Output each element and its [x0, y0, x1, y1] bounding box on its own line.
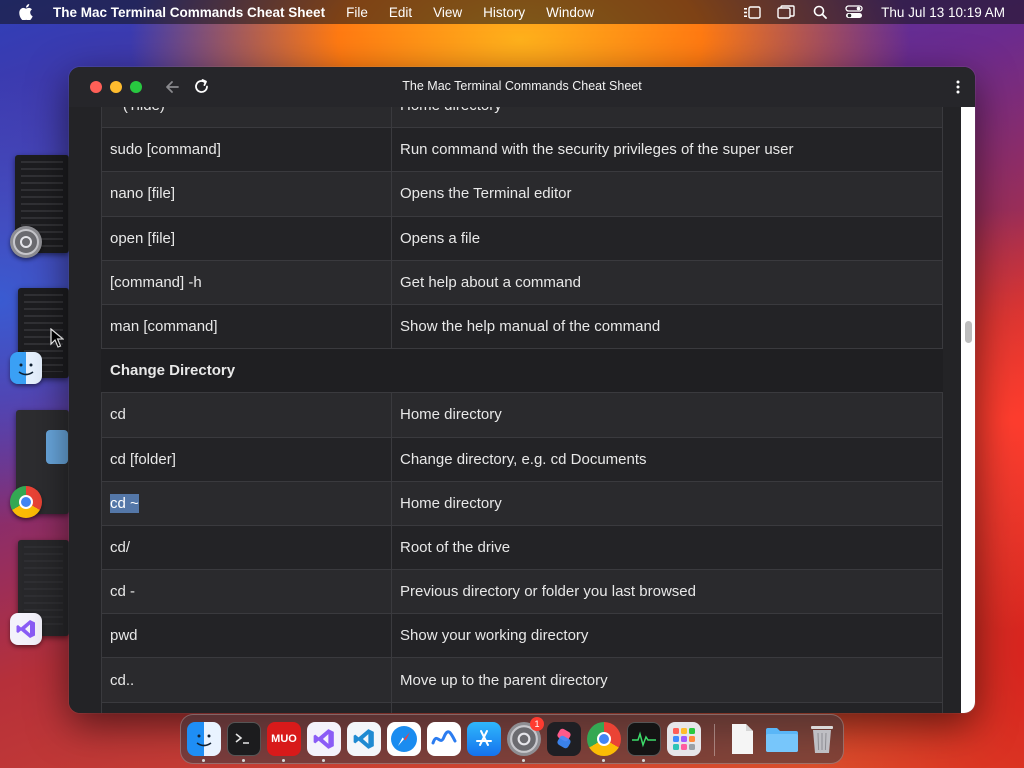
visual-studio-running-dot [322, 759, 325, 762]
system-settings-running-dot [522, 759, 525, 762]
browser-window: The Mac Terminal Commands Cheat Sheet ~ … [69, 67, 975, 713]
trash-icon[interactable] [805, 722, 839, 756]
chrome-running-dot [602, 759, 605, 762]
command-cell: cd - [101, 569, 392, 615]
command-cell: open [file] [101, 215, 392, 261]
terminal-running-dot [242, 759, 245, 762]
window-title: The Mac Terminal Commands Cheat Sheet [402, 79, 642, 93]
vertical-scrollbar[interactable] [961, 107, 975, 713]
description-cell: Opens a file [391, 215, 943, 261]
description-cell: Home directory [391, 480, 943, 526]
safari-icon[interactable] [387, 722, 421, 756]
command-cell: pwd [101, 613, 392, 659]
menu-view[interactable]: View [433, 5, 462, 20]
terminal-icon[interactable] [227, 722, 261, 756]
control-center-icon[interactable] [845, 5, 863, 19]
section-title: Change Directory [101, 348, 943, 394]
table-row: cd [folder] Change directory, e.g. cd Do… [101, 436, 943, 482]
visual-studio-stage-icon[interactable] [10, 613, 42, 645]
menu-history[interactable]: History [483, 5, 525, 20]
table-row: cd.. Move up to the parent directory [101, 657, 943, 703]
dock: MUO 1 [180, 714, 844, 764]
app-name-menu[interactable]: The Mac Terminal Commands Cheat Sheet [53, 5, 325, 20]
settings-notification-badge: 1 [530, 717, 544, 731]
description-cell: Get help about a command [391, 259, 943, 305]
more-options-icon[interactable] [955, 79, 961, 95]
description-cell [391, 701, 943, 713]
table-row: cd/ Root of the drive [101, 524, 943, 571]
table-row: sudo [command] Run command with the secu… [101, 127, 943, 173]
shortcuts-icon[interactable] [547, 722, 581, 756]
description-cell: Show your working directory [391, 613, 943, 659]
selected-text[interactable]: cd ~ [110, 493, 139, 513]
finder-icon[interactable] [187, 722, 221, 756]
mudo-running-dot [282, 759, 285, 762]
stage-manager-menu-icon[interactable] [743, 5, 761, 19]
apple-menu-icon[interactable] [18, 4, 34, 20]
chrome-icon[interactable] [587, 722, 621, 756]
freeform-icon[interactable] [427, 722, 461, 756]
table-row: man [command] Show the help manual of th… [101, 303, 943, 350]
table-row: cd Home directory [101, 392, 943, 438]
table-row: [command] -h Get help about a command [101, 259, 943, 305]
command-cell: [command] -h [101, 259, 392, 305]
description-cell: Home directory [391, 392, 943, 438]
page-content: ~ (Tilde) Home directory sudo [command] … [69, 107, 961, 713]
menu-edit[interactable]: Edit [389, 5, 412, 20]
menu-file[interactable]: File [346, 5, 368, 20]
command-cell: cd ~ [101, 480, 392, 526]
command-cell: cd.. [101, 657, 392, 703]
spotlight-search-icon[interactable] [811, 5, 829, 19]
menu-window[interactable]: Window [546, 5, 594, 20]
command-cell [101, 701, 392, 713]
description-cell: Run command with the security privileges… [391, 127, 943, 173]
command-cell: sudo [command] [101, 127, 392, 173]
table-row: cd ~ Home directory [101, 480, 943, 526]
section-header-row: Change Directory [101, 348, 943, 394]
command-cell: nano [file] [101, 171, 392, 217]
activity-monitor-icon[interactable] [627, 722, 661, 756]
scrollbar-thumb[interactable] [965, 321, 972, 343]
dock-separator [714, 724, 715, 756]
visual-studio-icon[interactable] [307, 722, 341, 756]
mudo-label: MUO [271, 733, 297, 745]
commands-table: ~ (Tilde) Home directory sudo [command] … [101, 107, 943, 713]
description-cell: Root of the drive [391, 524, 943, 571]
table-row: nano [file] Opens the Terminal editor [101, 171, 943, 217]
description-cell: Show the help manual of the command [391, 303, 943, 350]
description-cell: Change directory, e.g. cd Documents [391, 436, 943, 482]
screen-mirroring-icon[interactable] [777, 5, 795, 19]
command-cell: cd/ [101, 524, 392, 571]
mudo-icon[interactable]: MUO [267, 722, 301, 756]
vscode-icon[interactable] [347, 722, 381, 756]
table-row [101, 701, 943, 713]
table-row: open [file] Opens a file [101, 215, 943, 261]
command-cell: cd [101, 392, 392, 438]
command-cell: man [command] [101, 303, 392, 350]
app-store-icon[interactable] [467, 722, 501, 756]
table-row: pwd Show your working directory [101, 613, 943, 659]
activity-monitor-running-dot [642, 759, 645, 762]
description-cell: Opens the Terminal editor [391, 171, 943, 217]
launchpad-icon[interactable] [667, 722, 701, 756]
finder-stage-icon[interactable] [10, 352, 42, 384]
table-row: cd - Previous directory or folder you la… [101, 569, 943, 615]
description-cell: Home directory [391, 107, 943, 129]
command-cell: cd [folder] [101, 436, 392, 482]
chrome-stage-icon[interactable] [10, 486, 42, 518]
window-titlebar: The Mac Terminal Commands Cheat Sheet [69, 67, 975, 107]
system-settings-stage-icon[interactable] [10, 226, 42, 258]
downloads-folder-icon[interactable] [765, 722, 799, 756]
document-icon[interactable] [725, 722, 759, 756]
menubar-clock[interactable]: Thu Jul 13 10:19 AM [881, 5, 1005, 20]
finder-running-dot [202, 759, 205, 762]
menu-bar: The Mac Terminal Commands Cheat Sheet Fi… [0, 0, 1024, 24]
command-cell: ~ (Tilde) [101, 107, 392, 129]
table-row: ~ (Tilde) Home directory [101, 107, 943, 129]
description-cell: Move up to the parent directory [391, 657, 943, 703]
description-cell: Previous directory or folder you last br… [391, 569, 943, 615]
mouse-pointer-icon [50, 328, 64, 348]
